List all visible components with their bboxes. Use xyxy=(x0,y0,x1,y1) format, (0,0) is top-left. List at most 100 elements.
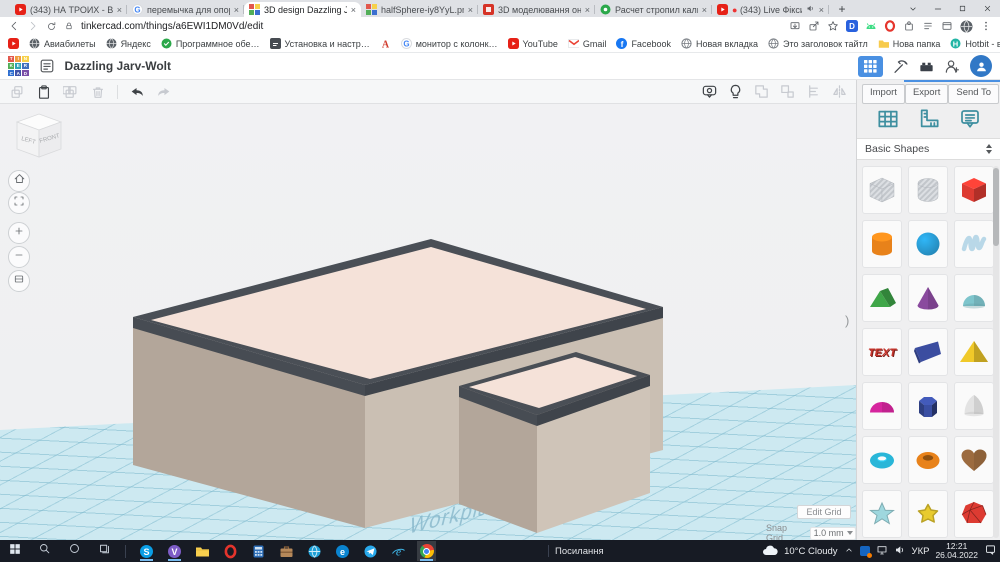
import-button[interactable]: Import xyxy=(862,84,905,104)
shape-heart[interactable] xyxy=(954,436,994,484)
zoom-out-button[interactable] xyxy=(8,246,30,268)
blue-globe-taskbar-icon[interactable] xyxy=(305,541,324,561)
shape-icosahedron[interactable] xyxy=(954,490,994,538)
extension-d-icon[interactable]: D xyxy=(846,20,858,32)
shape-paraboloid[interactable] xyxy=(954,382,994,430)
export-button[interactable]: Export xyxy=(905,84,948,104)
shape-box[interactable] xyxy=(954,166,994,214)
start-button[interactable] xyxy=(5,541,24,561)
browser-tab-2[interactable]: Gперемычка для опоры балки к…× xyxy=(127,2,244,17)
home-view-button[interactable] xyxy=(8,170,30,192)
panel-scrollbar[interactable] xyxy=(993,166,999,538)
send-to-button[interactable]: Send To xyxy=(948,84,999,104)
edit-grid-button[interactable]: Edit Grid xyxy=(797,505,851,519)
browser-tab-1[interactable]: (343) НА ТРОИХ - Все серии п…× xyxy=(10,2,127,17)
weather-cloud-icon[interactable] xyxy=(762,544,778,559)
shape-star[interactable] xyxy=(862,490,902,538)
shape-roof[interactable] xyxy=(862,274,902,322)
shape-wedge[interactable] xyxy=(908,328,948,376)
side-panel-icon[interactable] xyxy=(941,20,953,32)
redo-icon[interactable] xyxy=(156,84,172,100)
shape-cone[interactable] xyxy=(908,274,948,322)
links-toolbar[interactable]: Посилання xyxy=(548,545,604,557)
brick-icon[interactable] xyxy=(918,58,935,75)
copy-icon[interactable] xyxy=(9,84,25,100)
forward-icon[interactable] xyxy=(27,20,39,32)
extension-opera-icon[interactable] xyxy=(884,20,896,32)
browser-tab-7[interactable]: ● (343) Live Фіксики - вс…× xyxy=(712,2,829,17)
shape-box-hole[interactable] xyxy=(862,166,902,214)
opera-taskbar-icon[interactable] xyxy=(221,541,240,561)
bookmark-14[interactable]: HHotbit - ведущая в… xyxy=(950,38,1000,49)
hide-bulb-icon[interactable] xyxy=(727,83,744,100)
shape-round-roof[interactable] xyxy=(954,274,994,322)
shape-thick-star[interactable] xyxy=(908,490,948,538)
shape-sphere[interactable] xyxy=(908,220,948,268)
design-menu-icon[interactable] xyxy=(39,58,55,74)
panel-scrollbar-thumb[interactable] xyxy=(993,168,999,246)
reload-icon[interactable] xyxy=(46,21,57,32)
shape-text[interactable]: TEXTTEXT xyxy=(862,328,902,376)
edge-taskbar-icon[interactable]: e xyxy=(333,541,352,561)
viber-taskbar-icon[interactable]: V xyxy=(165,541,184,561)
bookmark-5[interactable]: Установка и настр… xyxy=(270,38,370,49)
task-view-icon[interactable] xyxy=(95,541,114,561)
shape-cylinder[interactable] xyxy=(862,220,902,268)
shape-polygon[interactable] xyxy=(908,382,948,430)
extensions-puzzle-icon[interactable] xyxy=(903,20,915,32)
tab-close-icon[interactable]: × xyxy=(585,5,590,15)
tab-audio-icon[interactable] xyxy=(806,4,815,15)
user-avatar[interactable] xyxy=(970,55,992,77)
ruler-tool-icon[interactable] xyxy=(917,107,941,136)
minecraft-pickaxe-icon[interactable] xyxy=(892,58,909,75)
bookmark-7[interactable]: Gмонитор с колонк… xyxy=(401,38,498,49)
paste-icon[interactable] xyxy=(36,84,52,100)
tray-app-icon[interactable] xyxy=(860,546,870,556)
perspective-toggle-button[interactable] xyxy=(8,270,30,292)
tab-close-icon[interactable]: × xyxy=(351,5,356,15)
bookmark-star-icon[interactable] xyxy=(827,20,839,32)
minimize-button[interactable] xyxy=(925,0,950,17)
mirror-icon[interactable] xyxy=(831,83,848,100)
bookmark-10[interactable]: fFacebook xyxy=(616,38,671,49)
profile-avatar[interactable] xyxy=(960,20,973,33)
workplane-grid[interactable] xyxy=(0,104,856,540)
language-indicator[interactable]: УКР xyxy=(912,546,930,557)
bookmark-2[interactable]: Авиабилеты xyxy=(29,38,96,49)
tab-close-icon[interactable]: × xyxy=(702,5,707,15)
telegram-taskbar-icon[interactable] xyxy=(361,541,380,561)
undo-icon[interactable] xyxy=(129,84,145,100)
tab-close-icon[interactable]: × xyxy=(468,5,473,15)
design-title[interactable]: Dazzling Jarv-Wolt xyxy=(65,59,171,73)
tab-close-icon[interactable]: × xyxy=(819,5,824,15)
ie-taskbar-icon[interactable]: e xyxy=(389,541,408,561)
ungroup-icon[interactable] xyxy=(779,83,796,100)
tinkercad-logo[interactable]: TINKERCAD xyxy=(8,56,29,77)
extension-android-icon[interactable] xyxy=(865,20,877,32)
bookmark-6[interactable]: А xyxy=(380,38,391,49)
bookmark-3[interactable]: Яндекс xyxy=(106,38,151,49)
weather-text[interactable]: 10°C Cloudy xyxy=(784,546,837,557)
action-center-icon[interactable] xyxy=(984,543,997,559)
chrome-taskbar-icon[interactable] xyxy=(417,541,436,561)
close-window-button[interactable] xyxy=(975,0,1000,17)
browser-tab-5[interactable]: 3D моделювання онлайн× xyxy=(478,2,595,17)
taskbar-search-icon[interactable] xyxy=(35,541,54,561)
address-url[interactable]: tinkercad.com/things/a6EWI1DM0Vd/edit xyxy=(81,21,263,32)
panel-collapse-handle[interactable]: ) xyxy=(845,313,849,328)
explorer-taskbar-icon[interactable] xyxy=(193,541,212,561)
tab-search-icon[interactable] xyxy=(900,0,925,17)
skype-taskbar-icon[interactable]: S xyxy=(137,541,156,561)
tab-close-icon[interactable]: × xyxy=(117,5,122,15)
duplicate-icon[interactable] xyxy=(63,84,79,100)
volume-icon[interactable] xyxy=(894,544,906,559)
briefcase-taskbar-icon[interactable] xyxy=(277,541,296,561)
back-icon[interactable] xyxy=(8,20,20,32)
bookmark-11[interactable]: Новая вкладка xyxy=(681,38,758,49)
group-icon[interactable] xyxy=(753,83,770,100)
reading-list-icon[interactable] xyxy=(922,20,934,32)
share-person-icon[interactable] xyxy=(944,58,961,75)
notes-tool-icon[interactable] xyxy=(958,107,982,136)
clock[interactable]: 12:21 26.04.2022 xyxy=(935,542,978,561)
zoom-in-button[interactable] xyxy=(8,222,30,244)
